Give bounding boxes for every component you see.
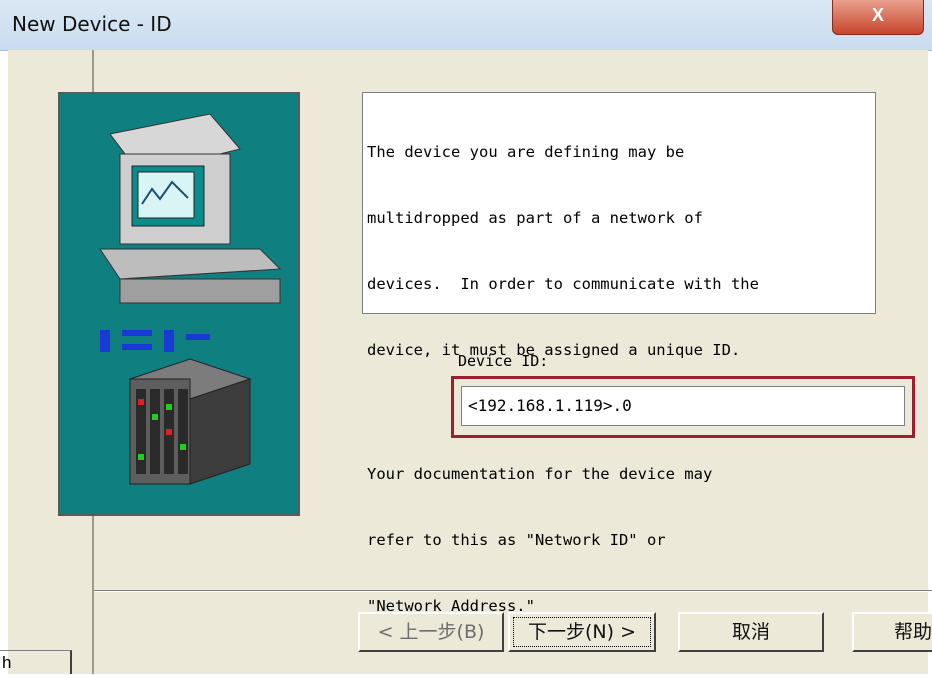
- description-line: devices. In order to communicate with th…: [367, 275, 759, 293]
- next-button[interactable]: 下一步(N) >: [508, 612, 656, 652]
- device-id-input[interactable]: <192.168.1.119>.0: [461, 386, 905, 426]
- left-partial-button[interactable]: h: [0, 650, 72, 674]
- description-line: multidropped as part of a network of: [367, 209, 703, 227]
- close-button[interactable]: X: [832, 0, 924, 35]
- device-id-label: Device ID:: [458, 352, 549, 370]
- help-button[interactable]: 帮助: [852, 612, 932, 652]
- cancel-button[interactable]: 取消: [678, 612, 824, 652]
- description-line: Your documentation for the device may: [367, 465, 713, 483]
- network-icon: [100, 330, 210, 352]
- back-button[interactable]: < 上一步(B): [358, 612, 504, 652]
- description-line: device, it must be assigned a unique ID.: [367, 341, 741, 359]
- button-separator: [94, 590, 932, 592]
- description-text: The device you are defining may be multi…: [362, 92, 876, 615]
- computer-icon: [99, 113, 282, 304]
- title-bar[interactable]: New Device - ID X: [0, 0, 932, 51]
- close-icon: X: [871, 5, 884, 25]
- wizard-illustration: [58, 92, 300, 516]
- window-title: New Device - ID: [12, 12, 172, 36]
- server-rack-icon: [128, 358, 252, 485]
- description-line: The device you are defining may be: [367, 143, 685, 161]
- description-line: refer to this as "Network ID" or: [367, 531, 666, 549]
